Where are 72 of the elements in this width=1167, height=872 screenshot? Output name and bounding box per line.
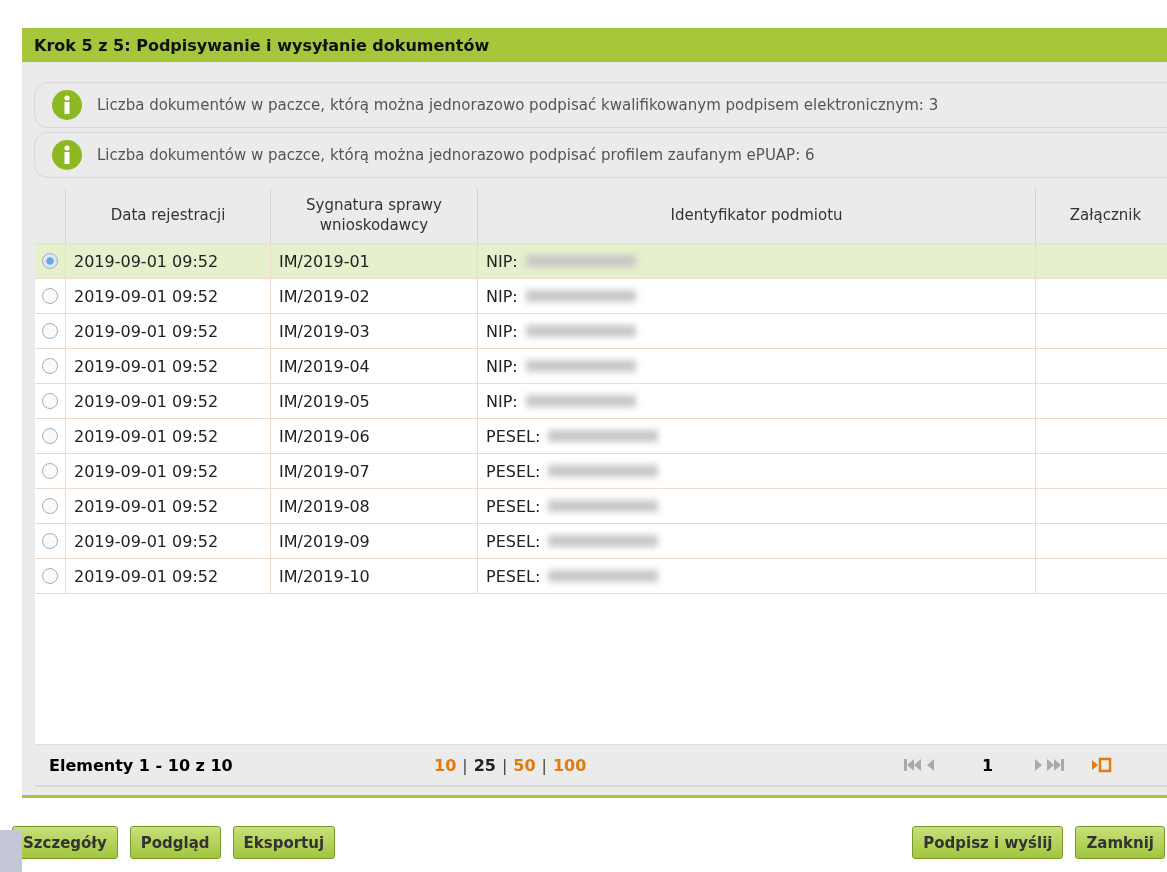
table-row[interactable]: 2019-09-01 09:52 IM/2019-09 PESEL: xyxy=(35,524,1167,559)
table-cell: 2019-09-01 09:52 xyxy=(65,244,270,278)
table-cell: IM/2019-01 xyxy=(270,244,477,278)
radio-button[interactable] xyxy=(42,323,58,339)
table-cell: IM/2019-03 xyxy=(270,314,477,348)
radio-button[interactable] xyxy=(42,288,58,304)
id-label: NIP: xyxy=(486,251,518,271)
id-label: NIP: xyxy=(486,321,518,341)
table-cell: 2019-09-01 09:52 xyxy=(65,524,270,558)
info-icon xyxy=(51,139,83,171)
table-cell: 2019-09-01 09:52 xyxy=(65,384,270,418)
table-cell: 2019-09-01 09:52 xyxy=(65,559,270,593)
table-row[interactable]: 2019-09-01 09:52 IM/2019-08 PESEL: xyxy=(35,489,1167,524)
separator: | xyxy=(462,755,468,775)
table-row[interactable]: 2019-09-01 09:52 IM/2019-03 NIP: xyxy=(35,314,1167,349)
separator: | xyxy=(501,755,508,775)
table-row[interactable]: 2019-09-01 09:52 IM/2019-06 PESEL: xyxy=(35,419,1167,454)
table-cell: IM/2019-06 xyxy=(270,419,477,453)
page-number: 1 xyxy=(982,755,994,775)
table-cell: 2019-09-01 09:52 xyxy=(65,489,270,523)
table-row[interactable]: 2019-09-01 09:52 IM/2019-10 PESEL: xyxy=(35,559,1167,594)
table-cell: IM/2019-04 xyxy=(270,349,477,383)
table-cell: IM/2019-09 xyxy=(270,524,477,558)
column-header[interactable]: Sygnatura sprawy wnioskodawcy xyxy=(270,188,477,243)
page-size-link[interactable]: 25 xyxy=(473,755,496,775)
action-button[interactable]: Podpisz i wyślij xyxy=(912,826,1064,859)
notice-text: Liczba dokumentów w paczce, którą można jednorazowo podpisać profilem zaufanym ePUAP: 6 xyxy=(97,146,815,164)
action-button[interactable]: Szczegóły xyxy=(12,826,118,859)
dialog-title: Krok 5 z 5: Podpisywanie i wysyłanie dokumentów xyxy=(22,28,1167,62)
id-label: PESEL: xyxy=(486,496,541,516)
table-cell: IM/2019-07 xyxy=(270,454,477,488)
table-cell: 2019-09-01 09:52 xyxy=(65,454,270,488)
radio-button[interactable] xyxy=(42,568,58,584)
id-label: PESEL: xyxy=(486,426,541,446)
table-cell: 2019-09-01 09:52 xyxy=(65,314,270,348)
radio-button[interactable] xyxy=(42,358,58,374)
radio-button[interactable] xyxy=(42,253,58,269)
column-header[interactable]: Identyfikator podmiotu xyxy=(477,188,1035,243)
table-cell: 2019-09-01 09:52 xyxy=(65,419,270,453)
action-button[interactable]: Zamknij xyxy=(1075,826,1165,859)
notice-text: Liczba dokumentów w paczce, którą można jednorazowo podpisać kwalifikowanym podpisem elektronicznym: 3 xyxy=(97,96,939,114)
id-label: PESEL: xyxy=(486,531,541,551)
id-label: NIP: xyxy=(486,356,518,376)
info-icon xyxy=(51,89,83,121)
table-cell: IM/2019-05 xyxy=(270,384,477,418)
table-row[interactable]: 2019-09-01 09:52 IM/2019-02 NIP: xyxy=(35,279,1167,314)
radio-button[interactable] xyxy=(42,393,58,409)
table-cell: IM/2019-08 xyxy=(270,489,477,523)
id-label: PESEL: xyxy=(486,566,541,586)
refresh-icon[interactable] xyxy=(1091,757,1114,773)
table-row[interactable]: 2019-09-01 09:52 IM/2019-05 NIP: xyxy=(35,384,1167,419)
table-row[interactable]: 2019-09-01 09:52 IM/2019-01 NIP: xyxy=(35,244,1167,279)
pager-summary: Elementy 1 - 10 z 10 xyxy=(49,755,234,775)
radio-button[interactable] xyxy=(42,428,58,444)
window-edge xyxy=(0,830,22,872)
column-header[interactable]: Data rejestracji xyxy=(65,188,270,243)
action-button[interactable]: Eksportuj xyxy=(232,826,336,859)
table-cell: IM/2019-10 xyxy=(270,559,477,593)
id-label: NIP: xyxy=(486,391,518,411)
radio-button[interactable] xyxy=(42,533,58,549)
table-cell: IM/2019-02 xyxy=(270,279,477,313)
table-row[interactable]: 2019-09-01 09:52 IM/2019-04 NIP: xyxy=(35,349,1167,384)
separator: | xyxy=(541,755,547,775)
table-cell: 2019-09-01 09:52 xyxy=(65,349,270,383)
radio-button[interactable] xyxy=(42,463,58,479)
table-cell: 2019-09-01 09:52 xyxy=(65,279,270,313)
action-button[interactable]: Podgląd xyxy=(129,826,221,859)
id-label: PESEL: xyxy=(486,461,541,481)
radio-button[interactable] xyxy=(42,498,58,514)
id-label: NIP: xyxy=(486,286,518,306)
column-header[interactable]: Załącznik xyxy=(1035,188,1167,243)
table-row[interactable]: 2019-09-01 09:52 IM/2019-07 PESEL: xyxy=(35,454,1167,489)
